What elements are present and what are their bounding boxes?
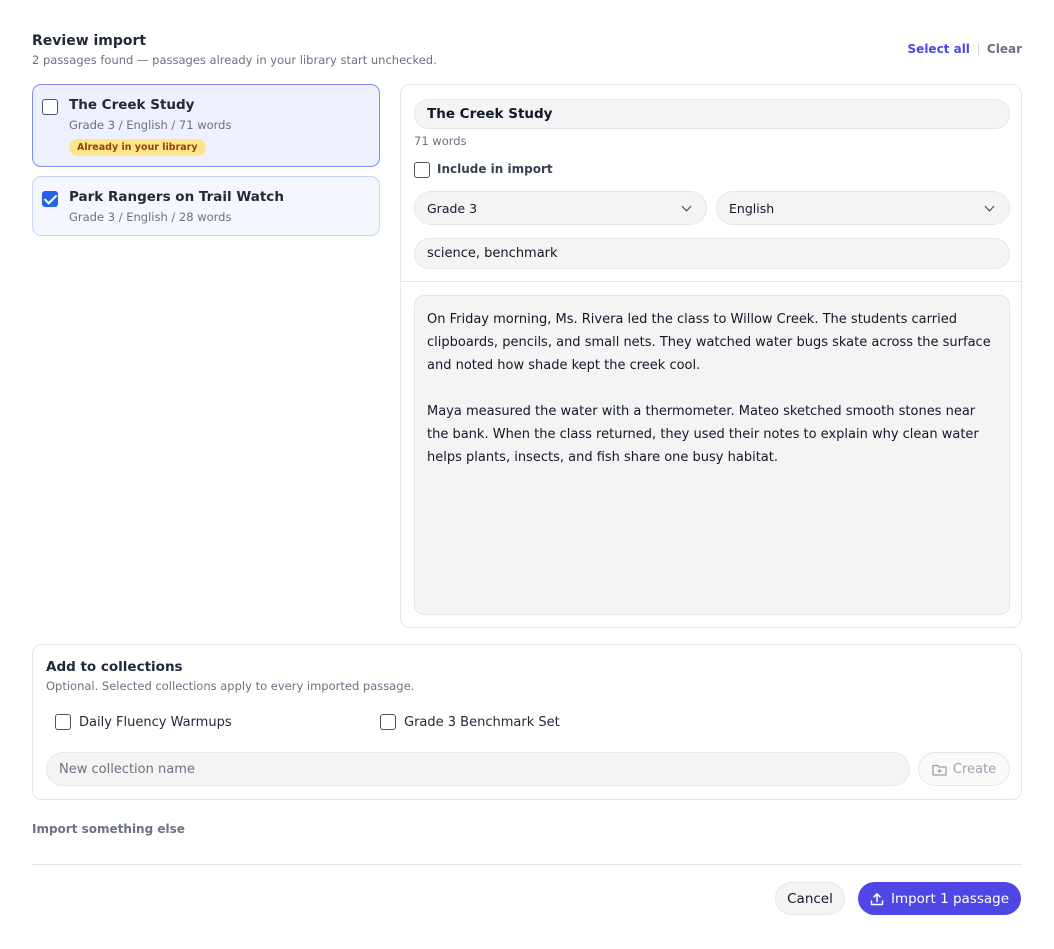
footer-divider [32, 864, 1022, 865]
collection-checkbox[interactable] [380, 714, 396, 730]
new-collection-input[interactable]: New collection name [46, 752, 910, 786]
collection-label: Grade 3 Benchmark Set [404, 714, 560, 730]
passage-title: The Creek Study [69, 97, 195, 113]
page-subtitle: 2 passages found — passages already in y… [32, 53, 437, 67]
tags-input[interactable]: science, benchmark [414, 238, 1010, 269]
collection-checkbox[interactable] [55, 714, 71, 730]
editor-divider [401, 281, 1021, 282]
header-divider [977, 43, 979, 55]
passage-paragraph: On Friday morning, Ms. Rivera led the cl… [427, 312, 991, 373]
page-title: Review import [32, 33, 147, 49]
passage-title: Park Rangers on Trail Watch [69, 189, 284, 205]
include-in-import-checkbox[interactable] [414, 162, 430, 178]
collections-title: Add to collections [46, 659, 183, 675]
chevron-down-icon [984, 201, 995, 211]
grade-select[interactable]: Grade 3 [414, 191, 707, 225]
passage-meta: Grade 3 / English / 71 words [69, 118, 232, 132]
import-review-modal: Review import 2 passages found — passage… [0, 0, 1054, 949]
passage-paragraph: Maya measured the water with a thermomet… [427, 404, 979, 465]
passage-editor: The Creek Study 71 words Include in impo… [400, 84, 1022, 628]
passage-meta: Grade 3 / English / 28 words [69, 210, 232, 224]
language-select[interactable]: English [716, 191, 1010, 225]
language-select-value: English [729, 200, 775, 216]
library-badge: Already in your library [69, 139, 206, 156]
create-button-label: Create [952, 761, 997, 777]
create-collection-button[interactable]: Create [918, 752, 1010, 786]
passage-item-creek-study[interactable]: The Creek Study Grade 3 / English / 71 w… [32, 84, 380, 167]
passage-checkbox[interactable] [42, 191, 58, 207]
word-count: 71 words [414, 134, 467, 148]
clear-link[interactable]: Clear [987, 42, 1022, 56]
passage-checkbox[interactable] [42, 99, 58, 115]
passage-text-area[interactable]: On Friday morning, Ms. Rivera led the cl… [414, 295, 1010, 615]
folder-plus-icon [932, 764, 947, 776]
passage-title-input[interactable]: The Creek Study [414, 99, 1010, 129]
collection-option-daily-fluency[interactable]: Daily Fluency Warmups [55, 714, 232, 730]
collections-panel: Add to collections Optional. Selected co… [32, 644, 1022, 800]
collection-option-benchmark-set[interactable]: Grade 3 Benchmark Set [380, 714, 560, 730]
passage-item-park-rangers[interactable]: Park Rangers on Trail Watch Grade 3 / En… [32, 176, 380, 236]
cancel-button[interactable]: Cancel [775, 882, 845, 915]
grade-select-value: Grade 3 [427, 200, 478, 216]
select-all-link[interactable]: Select all [908, 42, 970, 56]
chevron-down-icon [681, 201, 692, 211]
import-button[interactable]: Import 1 passage [858, 882, 1021, 915]
include-in-import-label[interactable]: Include in import [437, 162, 553, 176]
import-button-label: Import 1 passage [890, 890, 1010, 907]
import-something-else-link[interactable]: Import something else [32, 822, 185, 836]
upload-icon [870, 892, 884, 905]
header-actions: Select all Clear [908, 42, 1022, 56]
collection-label: Daily Fluency Warmups [79, 714, 232, 730]
collections-subtitle: Optional. Selected collections apply to … [46, 679, 415, 693]
